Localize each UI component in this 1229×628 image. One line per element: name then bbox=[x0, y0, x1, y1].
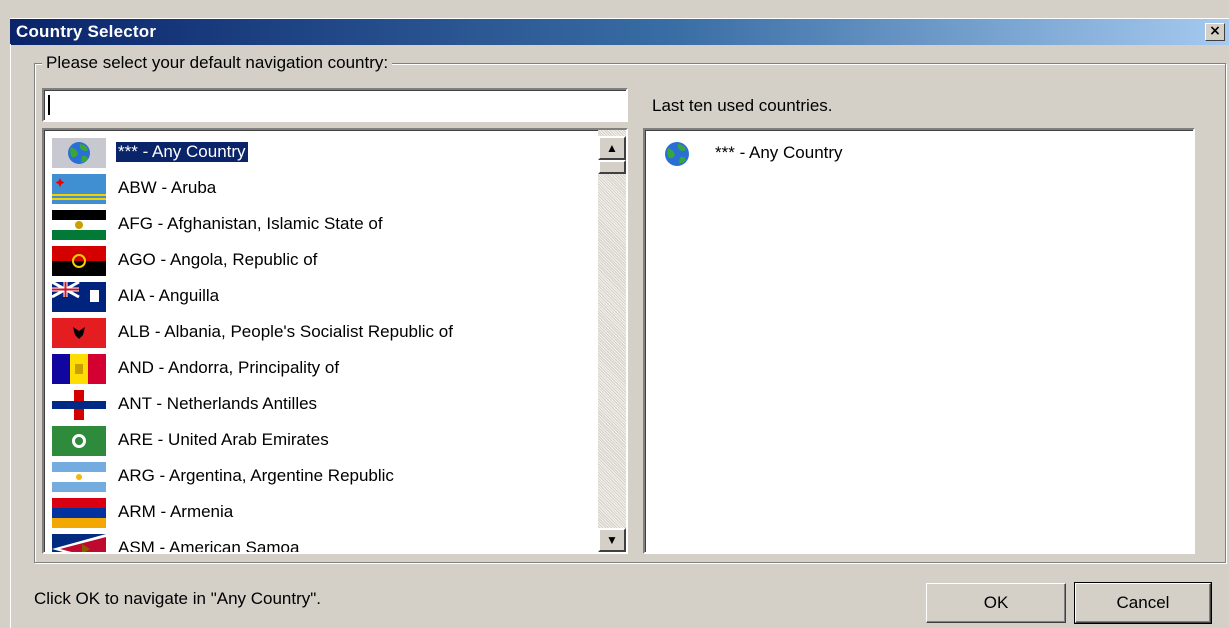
window-title: Country Selector bbox=[16, 22, 157, 41]
armenia-flag-icon bbox=[52, 498, 106, 528]
albania-flag-icon bbox=[52, 318, 106, 348]
list-item-label: *** - Any Country bbox=[715, 143, 843, 162]
netherlands-antilles-flag-icon bbox=[52, 390, 106, 420]
list-item[interactable]: AFG - Afghanistan, Islamic State of bbox=[50, 206, 610, 242]
afghanistan-flag-icon bbox=[52, 210, 106, 240]
list-item[interactable]: ARG - Argentina, Argentine Republic bbox=[50, 458, 610, 494]
globe-icon bbox=[663, 140, 691, 173]
list-item[interactable]: *** - Any Country bbox=[663, 140, 963, 170]
text-caret bbox=[48, 95, 50, 115]
list-item-label: ARM - Armenia bbox=[118, 502, 234, 521]
recent-countries-label: Last ten used countries. bbox=[652, 96, 833, 115]
arrow-down-icon: ▼ bbox=[606, 533, 618, 547]
scroll-thumb[interactable] bbox=[598, 160, 626, 174]
list-item-label: ANT - Netherlands Antilles bbox=[118, 394, 318, 413]
close-button[interactable]: × bbox=[1205, 23, 1225, 41]
list-item-label: ARG - Argentina, Argentine Republic bbox=[118, 466, 394, 485]
recent-countries-list[interactable]: *** - Any Country bbox=[643, 128, 1195, 554]
scroll-up-button[interactable]: ▲ bbox=[598, 136, 626, 160]
list-item[interactable]: ALB - Albania, People's Socialist Republ… bbox=[50, 314, 610, 350]
groupbox-legend: Please select your default navigation co… bbox=[42, 53, 393, 73]
list-item[interactable]: ABW - Aruba bbox=[50, 170, 610, 206]
list-item-label: AFG - Afghanistan, Islamic State of bbox=[118, 214, 383, 233]
list-item[interactable]: AND - Andorra, Principality of bbox=[50, 350, 610, 386]
angola-flag-icon bbox=[52, 246, 106, 276]
list-item-label: AGO - Angola, Republic of bbox=[118, 250, 318, 269]
list-item-label: *** - Any Country bbox=[115, 141, 249, 163]
list-item[interactable]: ARE - United Arab Emirates bbox=[50, 422, 610, 458]
close-icon: × bbox=[1209, 23, 1221, 39]
dialog-edge bbox=[10, 44, 11, 628]
cancel-button[interactable]: Cancel bbox=[1074, 582, 1212, 624]
country-list[interactable]: *** - Any Country ABW - Aruba AFG - Afgh… bbox=[42, 128, 628, 554]
list-item[interactable]: ASM - American Samoa bbox=[50, 530, 610, 554]
anguilla-flag-icon bbox=[52, 282, 106, 312]
list-item-label: ARE - United Arab Emirates bbox=[118, 430, 329, 449]
argentina-flag-icon bbox=[52, 462, 106, 492]
list-item[interactable]: ANT - Netherlands Antilles bbox=[50, 386, 610, 422]
scroll-down-button[interactable]: ▼ bbox=[598, 528, 626, 552]
country-list-items: *** - Any Country ABW - Aruba AFG - Afgh… bbox=[50, 134, 610, 554]
country-list-scrollbar[interactable]: ▲ ▼ bbox=[598, 130, 626, 552]
list-item-label: ASM - American Samoa bbox=[118, 538, 300, 554]
list-item[interactable]: ARM - Armenia bbox=[50, 494, 610, 530]
aruba-flag-icon bbox=[52, 174, 106, 204]
list-item[interactable]: *** - Any Country bbox=[50, 134, 610, 170]
uae-flag-icon bbox=[52, 426, 106, 456]
list-item-label: ALB - Albania, People's Socialist Republ… bbox=[118, 322, 453, 341]
status-message: Click OK to navigate in "Any Country". bbox=[34, 589, 322, 608]
list-item-label: ABW - Aruba bbox=[118, 178, 217, 197]
list-item-label: AND - Andorra, Principality of bbox=[118, 358, 340, 377]
list-item[interactable]: AGO - Angola, Republic of bbox=[50, 242, 610, 278]
country-search-input[interactable] bbox=[42, 88, 628, 122]
american-samoa-flag-icon bbox=[52, 534, 106, 552]
ok-button[interactable]: OK bbox=[926, 583, 1066, 623]
andorra-flag-icon bbox=[52, 354, 106, 384]
title-bar[interactable]: Country Selector × bbox=[10, 18, 1229, 45]
list-item[interactable]: AIA - Anguilla bbox=[50, 278, 610, 314]
globe-icon bbox=[52, 138, 106, 168]
arrow-up-icon: ▲ bbox=[606, 141, 618, 155]
list-item-label: AIA - Anguilla bbox=[118, 286, 220, 305]
